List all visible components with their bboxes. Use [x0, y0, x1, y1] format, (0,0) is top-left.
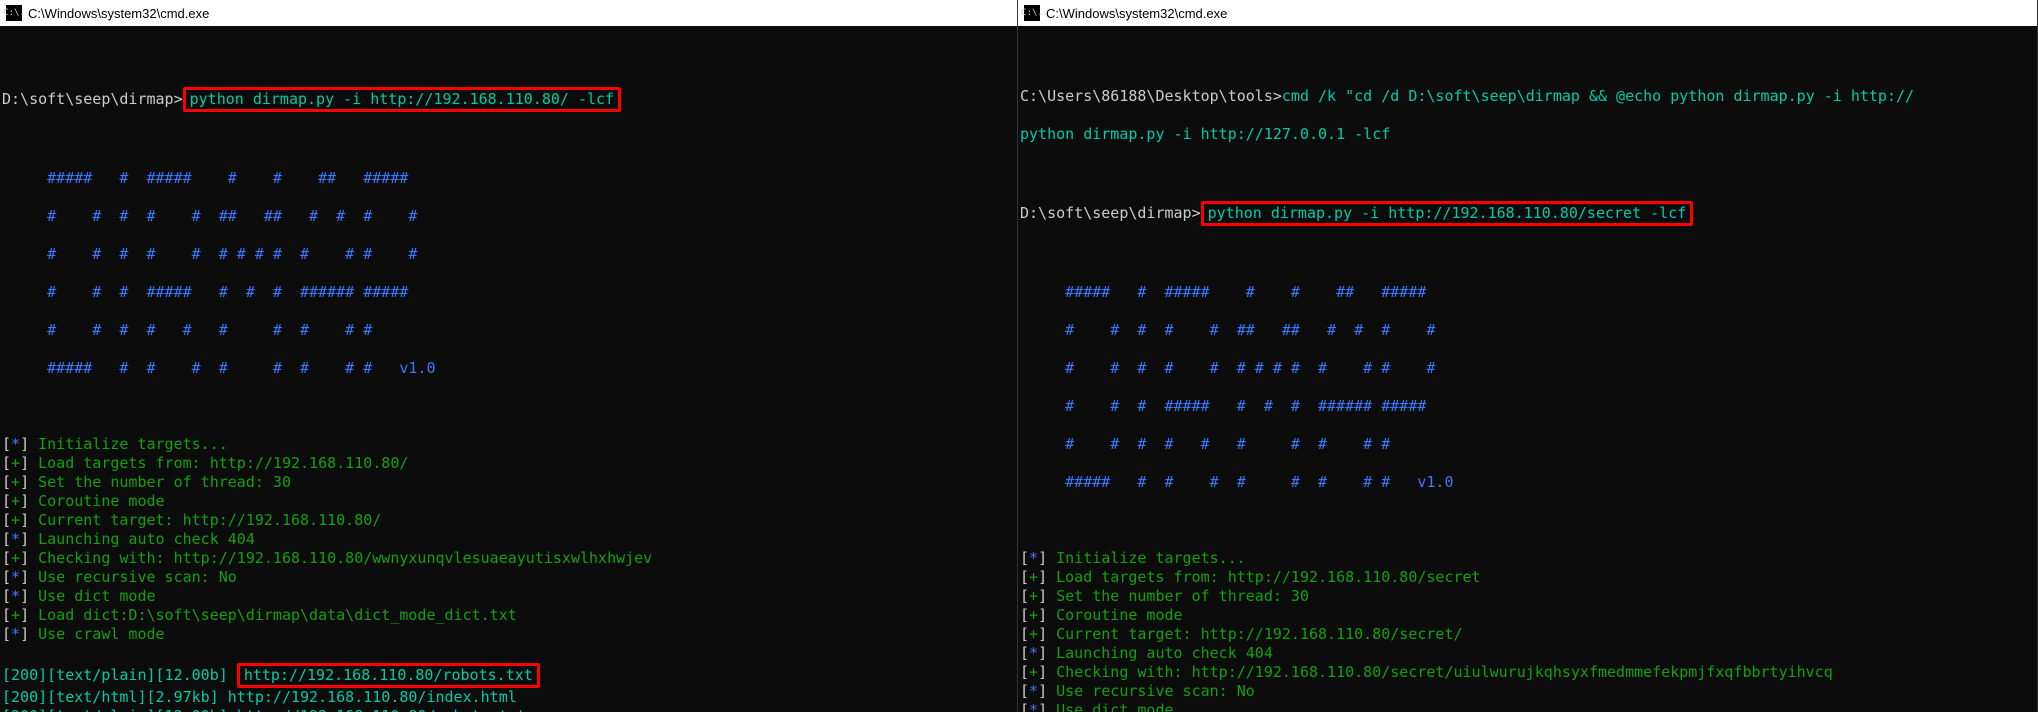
log-line: [+] Current target: http://192.168.110.8…: [1020, 625, 2035, 644]
ascii-art-line: ##### # # # # # # # # v1.0: [1020, 473, 2035, 492]
window-title: C:\Windows\system32\cmd.exe: [1046, 6, 1227, 21]
command-text: python dirmap.py -i http://192.168.110.8…: [190, 90, 614, 108]
log-line: [*] Initialize targets...: [1020, 549, 2035, 568]
log-line: [+] Load targets from: http://192.168.11…: [2, 454, 1015, 473]
log-line: [*] Use dict mode: [1020, 701, 2035, 712]
log-line: [*] Use crawl mode: [2, 625, 1015, 644]
window-title: C:\Windows\system32\cmd.exe: [28, 6, 209, 21]
log-line: [+] Coroutine mode: [2, 492, 1015, 511]
prompt-path: C:\Users\86188\Desktop\tools>: [1020, 87, 1282, 105]
log-line: [*] Launching auto check 404: [2, 530, 1015, 549]
result-line: [200][text/plain][12.00b] http://192.168…: [2, 707, 1015, 712]
log-line: [+] Checking with: http://192.168.110.80…: [2, 549, 1015, 568]
ascii-art-line: # # # # # # # # # #: [1020, 435, 2035, 454]
log-line: [*] Initialize targets...: [2, 435, 1015, 454]
ascii-art-line: # # # # # # # # # # # # #: [2, 245, 1015, 264]
log-line: [*] Use recursive scan: No: [2, 568, 1015, 587]
titlebar-right[interactable]: C:\. C:\Windows\system32\cmd.exe: [1018, 0, 2037, 26]
result-url: http://192.168.110.80/index.html: [228, 688, 517, 706]
log-line: [+] Set the number of thread: 30: [1020, 587, 2035, 606]
prompt-path: D:\soft\seep\dirmap>: [1020, 204, 1201, 222]
pre-command-text-2: python dirmap.py -i http://127.0.0.1 -lc…: [1020, 125, 2035, 144]
log-line: [+] Current target: http://192.168.110.8…: [2, 511, 1015, 530]
log-line: [*] Use dict mode: [2, 587, 1015, 606]
result-url: http://192.168.110.80/robots.txt: [237, 707, 526, 712]
command-highlight: python dirmap.py -i http://192.168.110.8…: [1201, 201, 1694, 226]
ascii-art-line: ##### # # # # # # # # v1.0: [2, 359, 1015, 378]
ascii-art-line: ##### # ##### # # ## #####: [2, 169, 1015, 188]
terminal-output-right[interactable]: C:\Users\86188\Desktop\tools>cmd /k "cd …: [1018, 26, 2037, 712]
log-line: [*] Launching auto check 404: [1020, 644, 2035, 663]
result-line: [200][text/plain][12.00b] http://192.168…: [2, 663, 1015, 688]
ascii-art-line: # # # # # ## ## # # # #: [2, 207, 1015, 226]
terminal-output-left[interactable]: D:\soft\seep\dirmap> python dirmap.py -i …: [0, 26, 1017, 712]
log-line: [+] Coroutine mode: [1020, 606, 2035, 625]
result-url: http://192.168.110.80/robots.txt: [244, 666, 533, 684]
terminal-pane-right: C:\. C:\Windows\system32\cmd.exe C:\User…: [1018, 0, 2038, 712]
command-text: python dirmap.py -i http://192.168.110.8…: [1208, 204, 1687, 222]
result-highlight: http://192.168.110.80/robots.txt: [237, 663, 540, 688]
result-line: [200][text/html][2.97kb] http://192.168.…: [2, 688, 1015, 707]
log-line: [*] Use recursive scan: No: [1020, 682, 2035, 701]
ascii-art-line: # # # # # # # # # #: [2, 321, 1015, 340]
prompt-path: D:\soft\seep\dirmap>: [2, 90, 183, 108]
log-line: [+] Load dict:D:\soft\seep\dirmap\data\d…: [2, 606, 1015, 625]
log-line: [+] Set the number of thread: 30: [2, 473, 1015, 492]
log-line: [+] Checking with: http://192.168.110.80…: [1020, 663, 2035, 682]
ascii-art-line: # # # ##### # # # ###### #####: [1020, 397, 2035, 416]
cmd-icon: C:\.: [6, 5, 22, 21]
ascii-art-line: # # # ##### # # # ###### #####: [2, 283, 1015, 302]
ascii-art-line: # # # # # # # # # # # # #: [1020, 359, 2035, 378]
titlebar-left[interactable]: C:\. C:\Windows\system32\cmd.exe: [0, 0, 1017, 26]
ascii-art-line: ##### # ##### # # ## #####: [1020, 283, 2035, 302]
log-line: [+] Load targets from: http://192.168.11…: [1020, 568, 2035, 587]
cmd-icon: C:\.: [1024, 5, 1040, 21]
ascii-art-line: # # # # # ## ## # # # #: [1020, 321, 2035, 340]
terminal-pane-left: C:\. C:\Windows\system32\cmd.exe D:\soft…: [0, 0, 1018, 712]
command-highlight: python dirmap.py -i http://192.168.110.8…: [183, 87, 621, 112]
pre-command-text: cmd /k "cd /d D:\soft\seep\dirmap && @ec…: [1282, 87, 1914, 105]
